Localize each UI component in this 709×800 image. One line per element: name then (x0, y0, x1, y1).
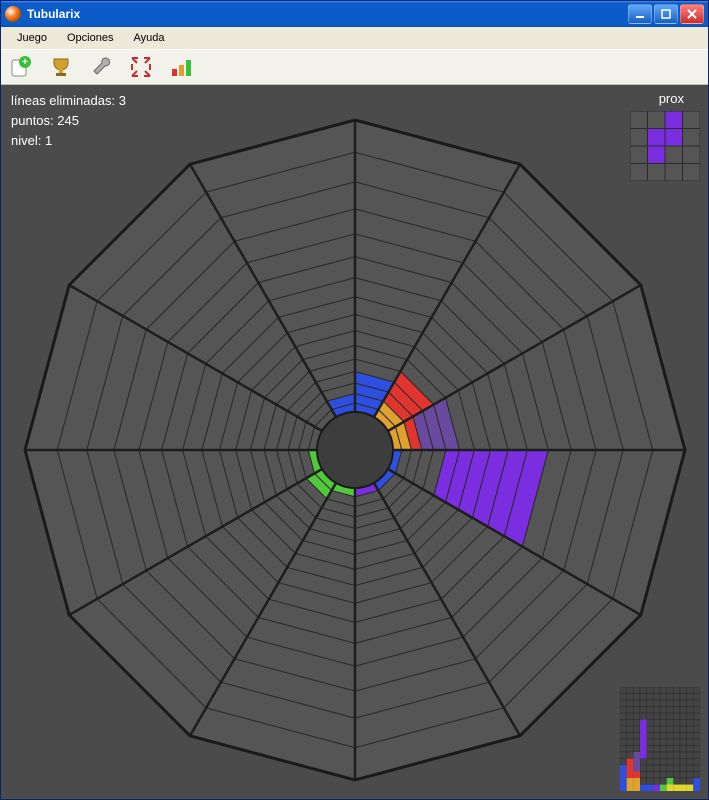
new-game-icon: + (9, 55, 33, 79)
svg-text:+: + (22, 57, 28, 68)
maximize-icon (661, 9, 671, 19)
settings-button[interactable] (87, 53, 115, 81)
game-board[interactable] (15, 110, 695, 790)
window-title: Tubularix (27, 7, 628, 21)
menu-help[interactable]: Ayuda (123, 30, 174, 46)
game-area: líneas eliminadas: 3 puntos: 245 nivel: … (1, 85, 708, 799)
lines-value: 3 (119, 93, 126, 108)
close-icon (687, 9, 697, 19)
titlebar: Tubularix (1, 1, 708, 27)
new-game-button[interactable]: + (7, 53, 35, 81)
next-label: prox (659, 91, 684, 106)
fullscreen-button[interactable] (127, 53, 155, 81)
bar-chart-icon (169, 55, 193, 79)
minimap (620, 687, 700, 791)
menubar: Juego Opciones Ayuda (1, 27, 708, 49)
fullscreen-icon (129, 55, 153, 79)
menu-options[interactable]: Opciones (57, 30, 123, 46)
close-button[interactable] (680, 4, 704, 24)
maximize-button[interactable] (654, 4, 678, 24)
lines-label: líneas eliminadas: (11, 93, 115, 108)
wrench-icon (89, 55, 113, 79)
toolbar: + (1, 49, 708, 85)
minimize-icon (635, 9, 645, 19)
app-window: Tubularix Juego Opciones Ayuda + (0, 0, 709, 800)
app-icon (5, 6, 21, 22)
minimize-button[interactable] (628, 4, 652, 24)
stats-button[interactable] (167, 53, 195, 81)
scores-button[interactable] (47, 53, 75, 81)
menu-game[interactable]: Juego (7, 30, 57, 46)
trophy-icon (49, 55, 73, 79)
